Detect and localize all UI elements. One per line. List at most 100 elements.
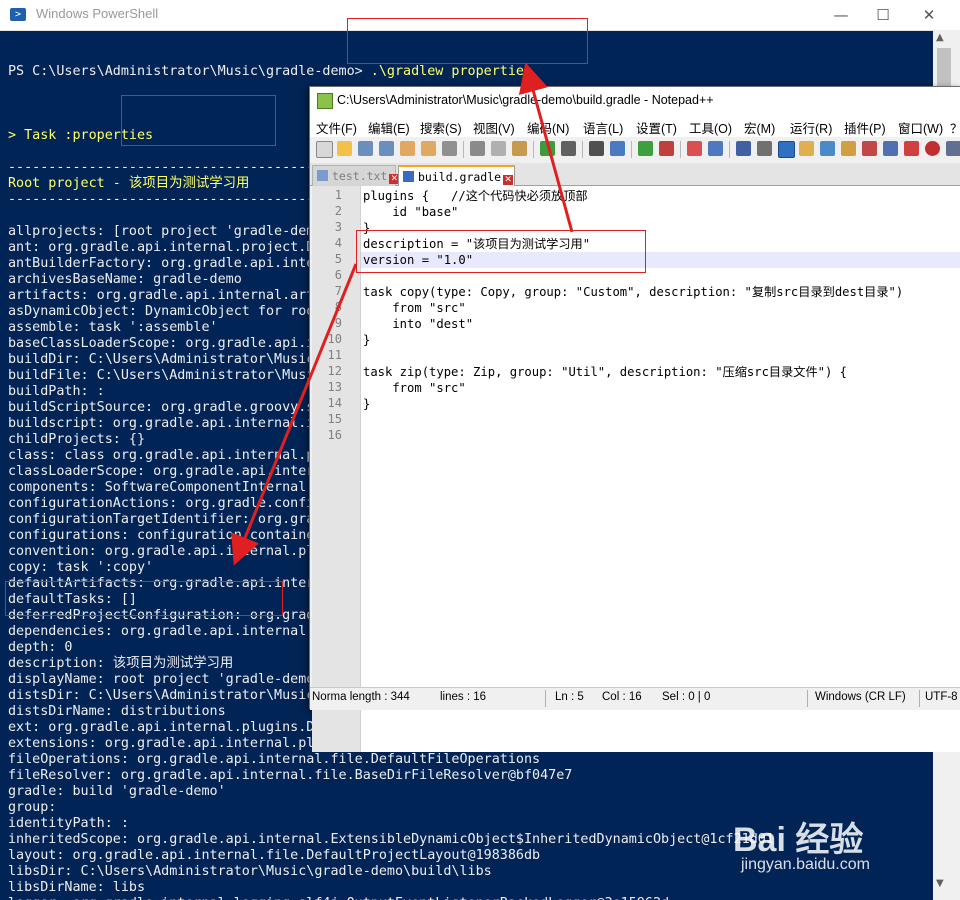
- tab-label: build.gradle: [418, 170, 502, 184]
- annotation-box-description-output: [5, 581, 283, 616]
- watermark-url: jingyan.baidu.com: [741, 856, 870, 873]
- status-divider: [545, 690, 546, 707]
- ps-output-line: libsDirName: libs: [8, 880, 146, 895]
- tab-label: test.txt: [332, 169, 388, 183]
- word-wrap-icon[interactable]: [736, 141, 751, 156]
- npp-tab-bar: test.txt ✕ build.gradle ✕: [310, 163, 960, 187]
- undo-icon[interactable]: [540, 141, 555, 156]
- code-line: from "src": [363, 301, 466, 315]
- menu-encoding[interactable]: 编码(N): [527, 118, 569, 137]
- code-line: into "dest": [363, 317, 474, 331]
- open-file-icon[interactable]: [337, 141, 352, 156]
- ps-output-line: fileResolver: org.gradle.api.internal.fi…: [8, 768, 573, 783]
- notepad-app-icon: [317, 93, 333, 109]
- status-eol: Windows (CR LF): [815, 691, 906, 703]
- menu-plugins[interactable]: 插件(P): [844, 118, 886, 137]
- new-file-icon[interactable]: [316, 141, 333, 158]
- zoom-in-icon[interactable]: [638, 141, 653, 156]
- paste-icon[interactable]: [512, 141, 527, 156]
- line-number: 1: [334, 188, 342, 202]
- menu-settings[interactable]: 设置(T): [636, 118, 677, 137]
- menu-file[interactable]: 文件(F): [316, 118, 357, 137]
- menu-run[interactable]: 运行(R): [790, 118, 832, 137]
- replace-icon[interactable]: [610, 141, 625, 156]
- stop-record-icon[interactable]: [925, 141, 940, 156]
- menu-window[interactable]: 窗口(W): [898, 118, 943, 137]
- menu-search[interactable]: 搜索(S): [420, 118, 462, 137]
- ps-window-title: Windows PowerShell: [36, 6, 159, 21]
- menu-edit[interactable]: 编辑(E): [368, 118, 410, 137]
- menu-tools[interactable]: 工具(O): [689, 118, 732, 137]
- monitoring-icon[interactable]: [883, 141, 898, 156]
- close-file-icon[interactable]: [400, 141, 415, 156]
- cut-icon[interactable]: [470, 141, 485, 156]
- tab-test-txt[interactable]: test.txt ✕: [312, 165, 400, 186]
- sync-vertical-icon[interactable]: [687, 141, 702, 156]
- indent-guide-icon[interactable]: [778, 141, 795, 158]
- sync-horizontal-icon[interactable]: [708, 141, 723, 156]
- code-line: task zip(type: Zip, group: "Util", descr…: [363, 365, 848, 379]
- line-number: 11: [327, 348, 342, 362]
- line-number: 5: [334, 252, 342, 266]
- zoom-out-icon[interactable]: [659, 141, 674, 156]
- line-number: 7: [334, 284, 342, 298]
- copy-icon[interactable]: [491, 141, 506, 156]
- status-lines: lines : 16: [440, 691, 487, 703]
- file-save-icon: [317, 170, 328, 181]
- folder-workspace-icon[interactable]: [862, 141, 877, 156]
- ps-command-line: PS C:\Users\Administrator\Music\gradle-d…: [8, 64, 933, 80]
- playback-icon[interactable]: [946, 141, 960, 156]
- find-icon[interactable]: [589, 141, 604, 156]
- status-encoding: UTF-8: [925, 691, 958, 703]
- redo-icon[interactable]: [561, 141, 576, 156]
- status-divider: [807, 690, 808, 707]
- record-macro-icon[interactable]: [904, 141, 919, 156]
- line-number: 2: [334, 204, 342, 218]
- line-number: 14: [327, 396, 342, 410]
- document-map-icon[interactable]: [820, 141, 835, 156]
- npp-titlebar[interactable]: C:\Users\Administrator\Music\gradle-demo…: [310, 87, 960, 115]
- close-button[interactable]: ✕: [906, 0, 952, 30]
- code-line: id "base": [363, 205, 459, 219]
- npp-toolbar: [310, 137, 960, 161]
- ps-prompt: PS C:\Users\Administrator\Music\gradle-d…: [8, 64, 371, 79]
- npp-window-title: C:\Users\Administrator\Music\gradle-demo…: [337, 93, 714, 107]
- line-number: 8: [334, 300, 342, 314]
- save-icon[interactable]: [358, 141, 373, 156]
- watermark-logo: Bai 经验: [733, 821, 864, 859]
- file-save-icon: [403, 171, 414, 182]
- maximize-button[interactable]: ☐: [860, 0, 906, 30]
- show-all-chars-icon[interactable]: [757, 141, 772, 156]
- toolbar-divider: [631, 141, 632, 158]
- close-all-icon[interactable]: [421, 141, 436, 156]
- menu-macro[interactable]: 宏(M): [744, 118, 775, 137]
- print-icon[interactable]: [442, 141, 457, 156]
- function-list-icon[interactable]: [841, 141, 856, 156]
- line-number: 3: [334, 220, 342, 234]
- save-all-icon[interactable]: [379, 141, 394, 156]
- line-number: 16: [327, 428, 342, 442]
- menu-language[interactable]: 语言(L): [583, 118, 623, 137]
- minimize-button[interactable]: —: [818, 0, 864, 30]
- scroll-up-icon[interactable]: ▲: [936, 32, 944, 43]
- notepad-window: C:\Users\Administrator\Music\gradle-demo…: [309, 86, 960, 752]
- tab-build-gradle[interactable]: build.gradle ✕: [398, 165, 515, 187]
- menu-view[interactable]: 视图(V): [473, 118, 515, 137]
- annotation-box-description-code: [356, 230, 646, 273]
- menu-help[interactable]: ？: [950, 118, 960, 137]
- code-line: from "src": [363, 381, 466, 395]
- ps-output-line: gradle: build 'gradle-demo': [8, 784, 226, 799]
- status-sel: Sel : 0 | 0: [662, 691, 711, 703]
- line-number: 4: [334, 236, 342, 250]
- status-length: Norma length : 344: [312, 691, 410, 703]
- line-number-gutter: 1 2 3 4 5 6 7 8 9 10 11 12 13 14 15 16: [312, 186, 361, 752]
- status-col: Col : 16: [602, 691, 642, 703]
- status-ln: Ln : 5: [555, 691, 584, 703]
- tab-close-icon[interactable]: ✕: [503, 175, 514, 185]
- user-language-icon[interactable]: [799, 141, 814, 156]
- npp-status-bar: Norma length : 344 lines : 16 Ln : 5 Col…: [310, 687, 960, 710]
- scroll-down-icon[interactable]: ▼: [936, 878, 944, 889]
- code-line: }: [363, 397, 371, 411]
